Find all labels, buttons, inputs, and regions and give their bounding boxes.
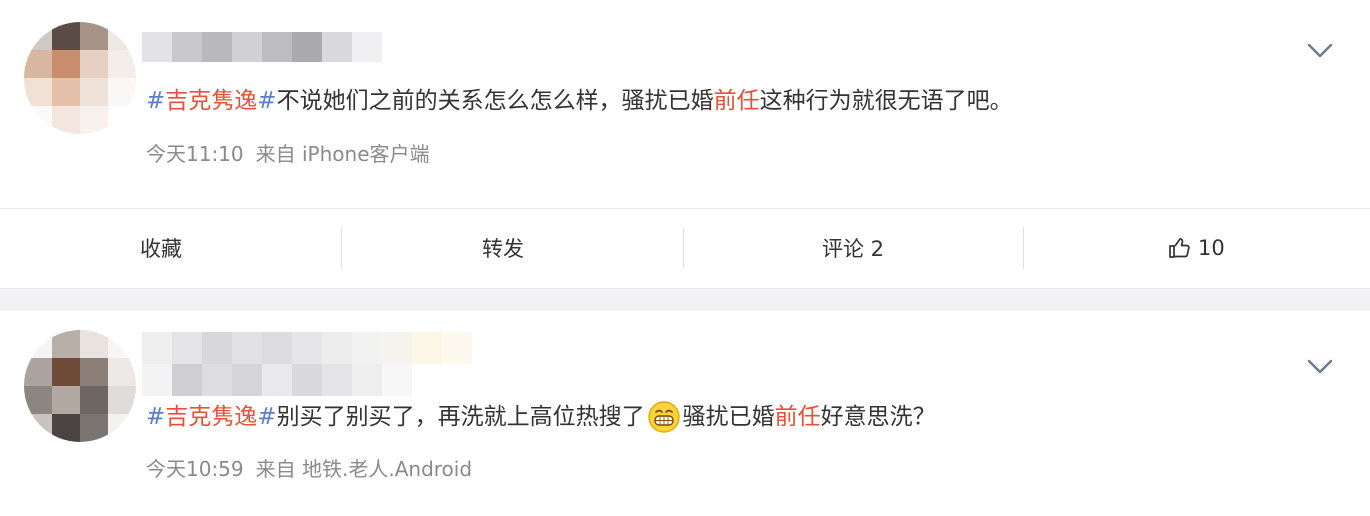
post-time[interactable]: 今天11:10 xyxy=(146,142,244,166)
comment-text-part: 别买了别买了，再洗就上高位热搜了 xyxy=(276,404,645,430)
action-bar: 收藏 转发 评论 2 10 xyxy=(0,208,1370,286)
thumbs-up-icon xyxy=(1169,237,1190,258)
weibo-comment-card: #吉克隽逸# 别买了别买了，再洗就上高位热搜了 骚扰已婚 前任 好意思洗？ 今天… xyxy=(0,310,1370,516)
favorite-label: 收藏 xyxy=(140,236,182,261)
chevron-down-icon[interactable] xyxy=(1306,42,1334,60)
username[interactable] xyxy=(142,32,382,62)
comment-button[interactable]: 评论 2 xyxy=(684,209,1024,287)
post-text-part: 这种行为就很无语了吧。 xyxy=(759,88,1013,114)
comment-text-part: 骚扰已婚 xyxy=(682,404,775,430)
keyword-link[interactable]: 前任 xyxy=(714,84,760,118)
comment-meta: 今天10:59 来自 地铁.老人.Android xyxy=(146,453,472,482)
like-count: 10 xyxy=(1198,235,1225,260)
comment-time[interactable]: 今天10:59 xyxy=(146,457,244,481)
chevron-down-icon[interactable] xyxy=(1306,358,1334,376)
post-meta: 今天11:10 来自 iPhone客户端 xyxy=(146,138,430,167)
keyword-link[interactable]: 前任 xyxy=(775,400,821,434)
username[interactable] xyxy=(142,332,472,396)
repost-button[interactable]: 转发 xyxy=(342,209,684,287)
avatar[interactable] xyxy=(24,330,136,442)
grin-emoji-icon xyxy=(647,401,680,433)
comment-label: 评论 2 xyxy=(822,236,885,261)
favorite-button[interactable]: 收藏 xyxy=(0,209,342,287)
feed-separator xyxy=(0,288,1370,310)
repost-label: 转发 xyxy=(482,236,524,261)
comment-text-part: 好意思洗？ xyxy=(820,404,936,430)
comment-text: #吉克隽逸# 别买了别买了，再洗就上高位热搜了 骚扰已婚 前任 好意思洗？ xyxy=(146,400,936,434)
comment-source[interactable]: 来自 地铁.老人.Android xyxy=(256,457,472,481)
post-source[interactable]: 来自 iPhone客户端 xyxy=(256,142,430,166)
hashtag-link[interactable]: #吉克隽逸# xyxy=(146,400,277,434)
post-text: #吉克隽逸# 不说她们之前的关系怎么怎么样，骚扰已婚 前任 这种行为就很无语了吧… xyxy=(146,84,1013,118)
weibo-post-card: #吉克隽逸# 不说她们之前的关系怎么怎么样，骚扰已婚 前任 这种行为就很无语了吧… xyxy=(0,0,1370,288)
post-text-part: 不说她们之前的关系怎么怎么样，骚扰已婚 xyxy=(276,88,714,114)
hashtag-link[interactable]: #吉克隽逸# xyxy=(146,84,277,118)
like-button[interactable]: 10 xyxy=(1024,209,1370,287)
avatar[interactable] xyxy=(24,22,136,134)
